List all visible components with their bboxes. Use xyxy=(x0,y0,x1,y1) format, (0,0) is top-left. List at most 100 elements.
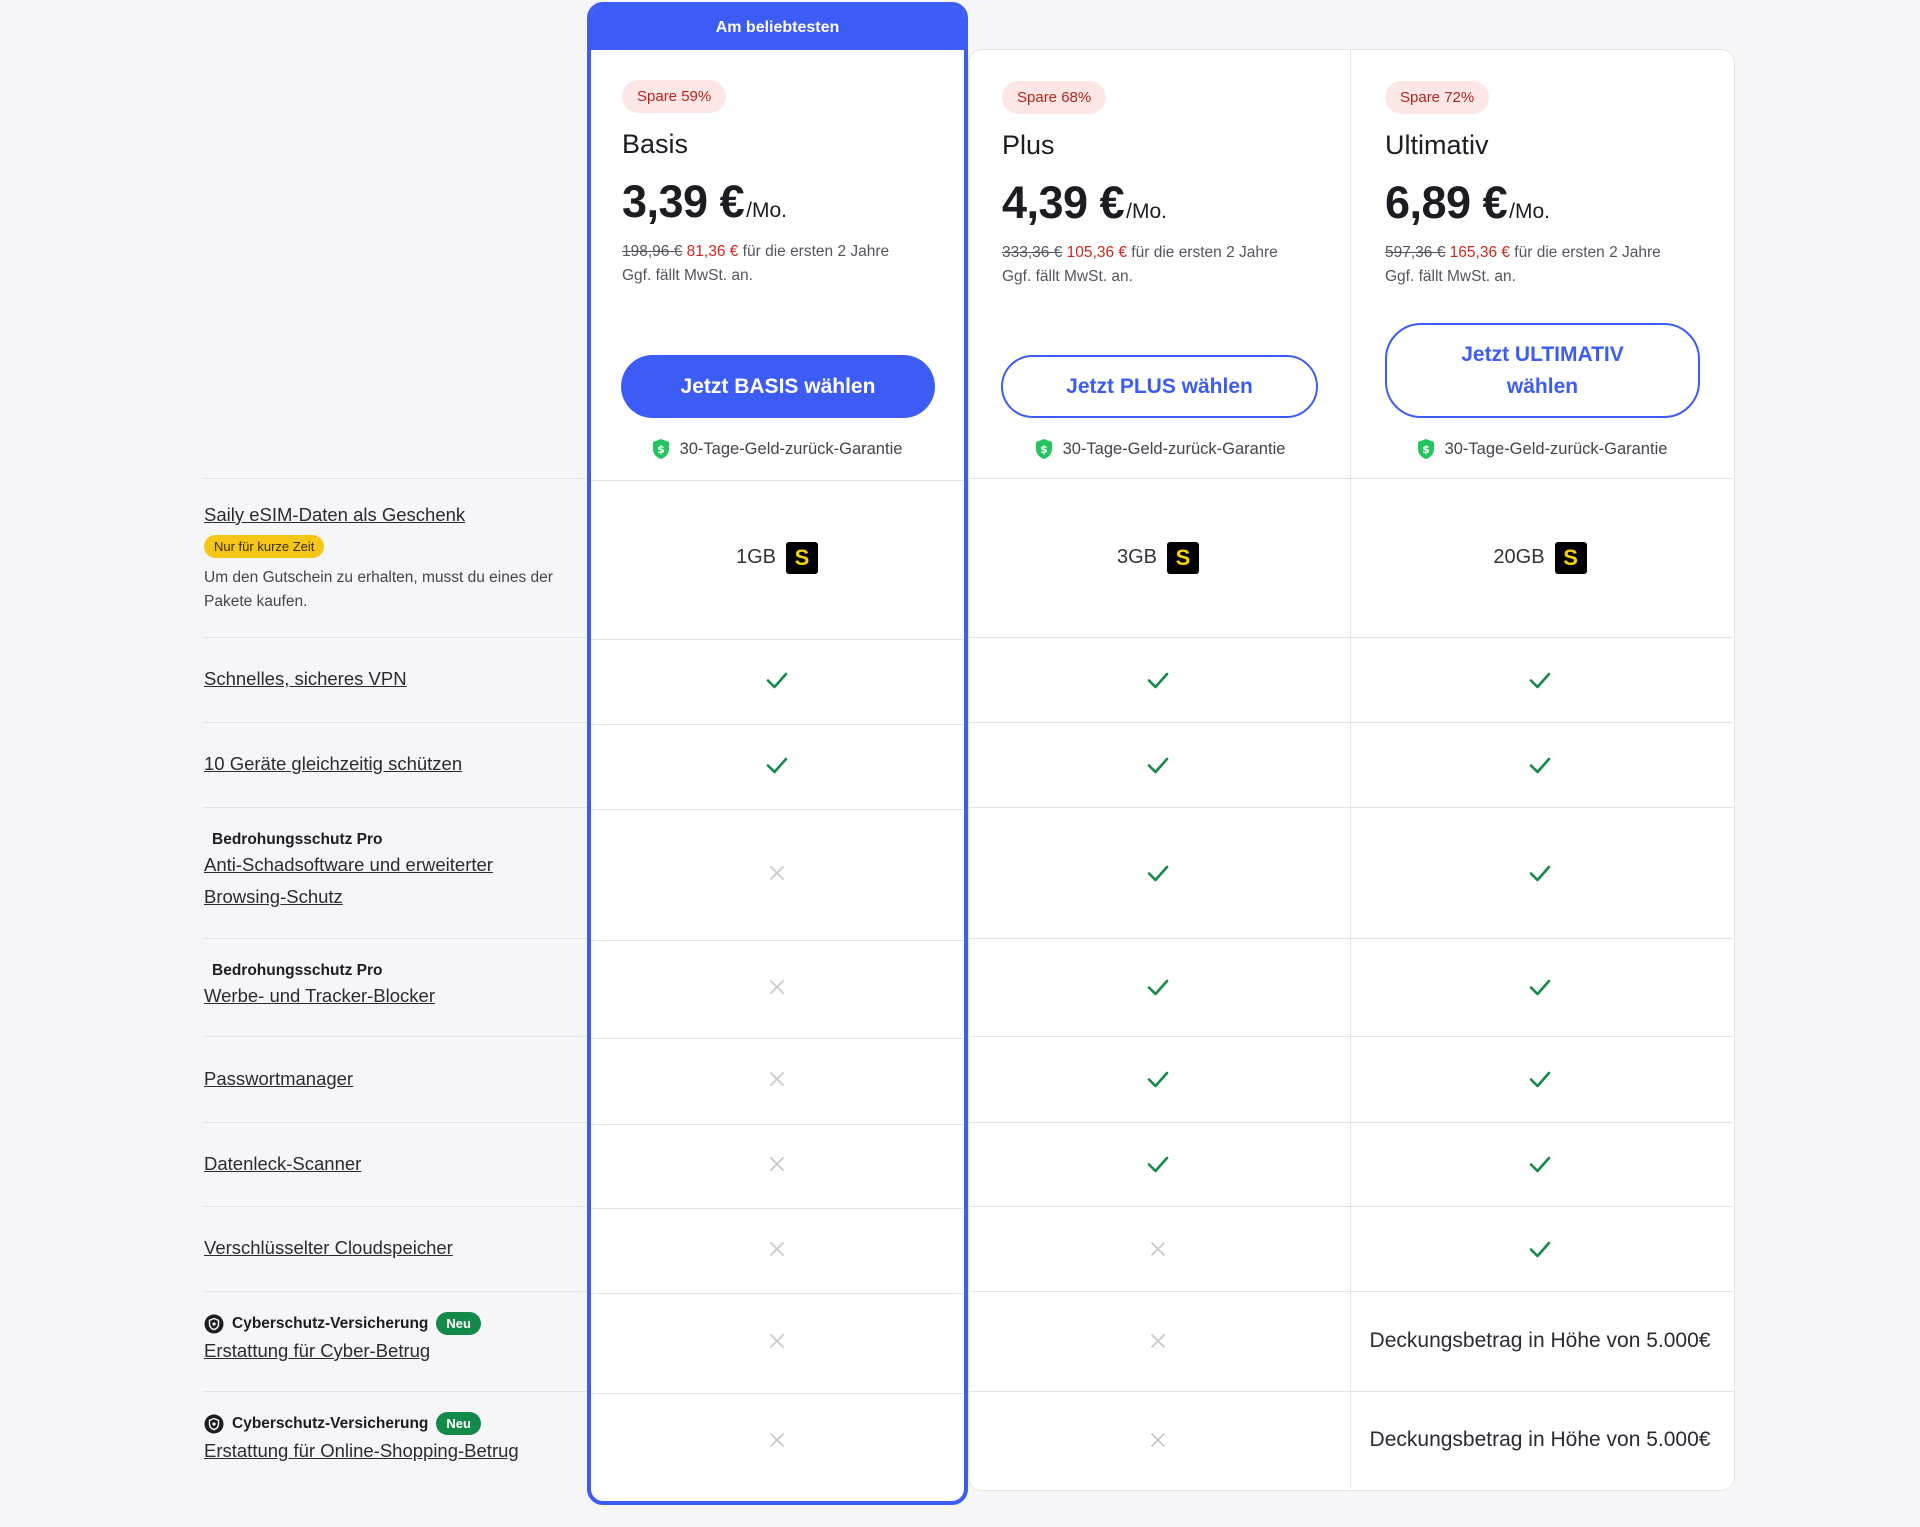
feature-cell xyxy=(1350,722,1730,807)
feature-cell xyxy=(587,1122,967,1206)
feature-cell xyxy=(587,637,967,722)
feature-category-label: Cyberschutz-Versicherung xyxy=(232,1314,429,1332)
vat-note: Ggf. fällt MwSt. an. xyxy=(1002,268,1133,285)
new-badge: Neu xyxy=(436,1312,481,1335)
feature-link[interactable]: Passwortmanager xyxy=(204,1068,353,1089)
row-divider xyxy=(204,478,587,479)
feature-cell xyxy=(587,807,967,938)
shield-dollar-icon: $ xyxy=(1417,439,1434,459)
feature-cell xyxy=(1350,637,1730,722)
esim-amount: 3GB S xyxy=(1117,541,1200,574)
sale-price: 165,36 € xyxy=(1449,244,1510,261)
check-icon xyxy=(1147,757,1169,773)
cross-icon xyxy=(1151,1433,1165,1447)
cross-icon xyxy=(770,865,784,880)
select-plus-button[interactable]: Jetzt PLUS wählen xyxy=(1001,355,1318,418)
feature-link[interactable]: Anti-Schadsoftware und erweiterter Brows… xyxy=(204,854,493,907)
guarantee-label: 30-Tage-Geld-zurück-Garantie xyxy=(679,439,903,458)
price-unit: /Mo. xyxy=(1509,200,1550,223)
row-divider xyxy=(204,637,587,638)
check-icon xyxy=(1147,1071,1169,1088)
discount-badge: Spare 59% xyxy=(622,80,727,113)
feature-link[interactable]: Schnelles, sicheres VPN xyxy=(204,668,407,689)
check-icon xyxy=(1529,1156,1551,1173)
saily-logo-icon: S xyxy=(1167,541,1200,574)
feature-cell xyxy=(968,637,1348,722)
check-icon xyxy=(1147,979,1169,996)
feature-cell xyxy=(1350,807,1730,938)
svg-text:$: $ xyxy=(1422,443,1430,456)
feature-link[interactable]: Datenleck-Scanner xyxy=(204,1153,361,1174)
feature-link[interactable]: Erstattung für Cyber-Betrug xyxy=(204,1340,430,1361)
plan-price: 4,39 €/Mo. xyxy=(1002,177,1342,229)
check-icon xyxy=(1529,672,1551,688)
check-icon xyxy=(1147,1156,1169,1173)
feature-category: Bedrohungsschutz Pro xyxy=(212,962,383,979)
cross-icon xyxy=(770,980,784,994)
popular-banner: Am beliebtesten xyxy=(591,6,964,50)
gb-label: 20GB xyxy=(1493,546,1545,568)
plan-header-basis: Spare 59% Basis 3,39 €/Mo. 198,96 € 81,3… xyxy=(622,80,962,288)
price-amount: 3,39 € xyxy=(622,176,745,227)
vat-note: Ggf. fällt MwSt. an. xyxy=(622,267,753,284)
feature-cell xyxy=(1350,938,1730,1036)
check-icon xyxy=(1529,979,1551,996)
feature-cell xyxy=(1350,1036,1730,1122)
guarantee-label: 30-Tage-Geld-zurück-Garantie xyxy=(1062,439,1286,458)
select-ultimativ-button[interactable]: Jetzt ULTIMATIV wählen xyxy=(1385,323,1700,418)
feature-cell xyxy=(587,1036,967,1122)
cross-icon xyxy=(1151,1241,1165,1256)
row-divider xyxy=(204,1391,587,1392)
plan-name: Ultimativ xyxy=(1385,130,1489,160)
check-icon xyxy=(766,757,788,773)
feature-cell xyxy=(587,1206,967,1291)
money-back-guarantee: $ 30-Tage-Geld-zurück-Garantie xyxy=(1352,438,1732,460)
feature-link[interactable]: 10 Geräte gleichzeitig schützen xyxy=(204,753,462,774)
price-detail: 597,36 € 165,36 € für die ersten 2 Jahre… xyxy=(1385,241,1725,289)
plan-price: 6,89 €/Mo. xyxy=(1385,177,1725,229)
row-divider xyxy=(204,938,587,939)
feature-category: Bedrohungsschutz Pro xyxy=(212,831,383,848)
check-icon xyxy=(1529,865,1551,881)
price-period: für die ersten 2 Jahre xyxy=(1127,244,1278,261)
new-badge: Neu xyxy=(436,1412,481,1435)
shield-badge-icon xyxy=(204,1314,224,1333)
feature-link[interactable]: Verschlüsselter Cloudspeicher xyxy=(204,1237,453,1258)
feature-cell xyxy=(1350,1206,1730,1291)
saily-logo-icon: S xyxy=(1554,541,1587,574)
gb-label: 1GB xyxy=(735,546,777,568)
vat-note: Ggf. fällt MwSt. an. xyxy=(1385,268,1516,285)
feature-cell xyxy=(587,1391,967,1489)
plan-name: Basis xyxy=(622,129,689,159)
check-icon xyxy=(1529,1071,1551,1088)
feature-cell xyxy=(968,1391,1348,1489)
feature-link[interactable]: Werbe- und Tracker-Blocker xyxy=(204,985,435,1006)
shield-dollar-icon: $ xyxy=(652,439,669,459)
feature-cell xyxy=(968,807,1348,938)
feature-link[interactable]: Saily eSIM-Daten als Geschenk xyxy=(204,504,465,525)
feature-link[interactable]: Erstattung für Online-Shopping-Betrug xyxy=(204,1440,519,1461)
coverage-cell: Deckungsbetrag in Höhe von 5.000€ xyxy=(1350,1391,1730,1489)
coverage-amount: Deckungsbetrag in Höhe von 5.000€ xyxy=(1369,1428,1711,1451)
check-icon xyxy=(1529,1241,1551,1257)
discount-badge: Spare 72% xyxy=(1385,81,1490,114)
sale-price: 105,36 € xyxy=(1066,244,1127,261)
feature-cell xyxy=(587,722,967,807)
feature-insurance-cyber: Cyberschutz-Versicherung Neu Erstattung … xyxy=(204,1312,564,1367)
feature-category: Cyberschutz-Versicherung Neu xyxy=(204,1412,564,1435)
select-basis-button[interactable]: Jetzt BASIS wählen xyxy=(621,355,935,418)
money-back-guarantee: $ 30-Tage-Geld-zurück-Garantie xyxy=(587,438,967,460)
plan-price: 3,39 €/Mo. xyxy=(622,176,962,228)
cross-icon xyxy=(770,1334,784,1348)
money-back-guarantee: $ 30-Tage-Geld-zurück-Garantie xyxy=(970,438,1350,460)
feature-cell xyxy=(968,1122,1348,1206)
row-divider xyxy=(204,1206,587,1207)
coverage-amount: Deckungsbetrag in Höhe von 5.000€ xyxy=(1369,1329,1711,1352)
feature-leak: Datenleck-Scanner xyxy=(204,1148,564,1180)
shield-badge-icon xyxy=(204,1414,224,1433)
price-period: für die ersten 2 Jahre xyxy=(1510,244,1661,261)
feature-cell xyxy=(968,1206,1348,1291)
price-unit: /Mo. xyxy=(1126,200,1167,223)
price-amount: 4,39 € xyxy=(1002,177,1125,228)
svg-text:$: $ xyxy=(657,443,665,456)
